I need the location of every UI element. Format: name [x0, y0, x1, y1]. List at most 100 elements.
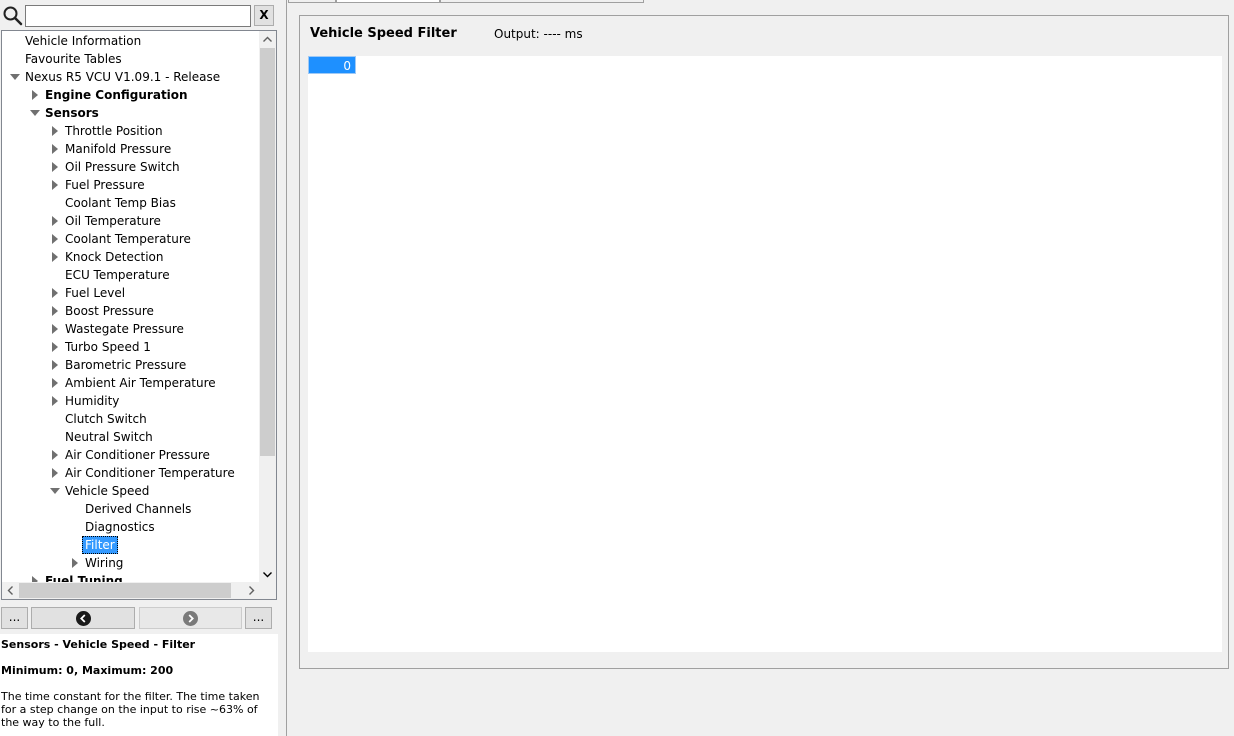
- chevron-down-icon: [263, 572, 272, 578]
- tree-item[interactable]: Fuel Level: [2, 284, 260, 302]
- history-nav-bar: ... ...: [0, 604, 280, 630]
- expand-arrow-icon[interactable]: [50, 212, 60, 230]
- tree-item[interactable]: Coolant Temperature: [2, 230, 260, 248]
- expand-arrow-icon[interactable]: [50, 374, 60, 392]
- tree-item[interactable]: Oil Temperature: [2, 212, 260, 230]
- tree-item-label: ECU Temperature: [65, 268, 170, 282]
- tab-3[interactable]: [440, 0, 644, 3]
- filter-value-cell[interactable]: 0: [308, 56, 356, 74]
- horizontal-scroll-thumb[interactable]: [19, 583, 231, 598]
- tree-item[interactable]: Engine Configuration: [2, 86, 260, 104]
- tree-item-label: Manifold Pressure: [65, 142, 172, 156]
- tab-2[interactable]: [336, 0, 440, 3]
- expand-arrow-icon[interactable]: [50, 302, 60, 320]
- tree-item[interactable]: Neutral Switch: [2, 428, 260, 446]
- help-description: The time constant for the filter. The ti…: [1, 690, 260, 729]
- tree-item-label: Barometric Pressure: [65, 358, 187, 372]
- expand-arrow-icon[interactable]: [50, 464, 60, 482]
- tree-item[interactable]: Wiring: [2, 554, 260, 572]
- scroll-down-button[interactable]: [259, 566, 276, 583]
- horizontal-scrollbar[interactable]: [2, 582, 260, 599]
- tree-item-label: Air Conditioner Temperature: [65, 466, 235, 480]
- tree-item[interactable]: Derived Channels: [2, 500, 260, 518]
- expand-arrow-icon[interactable]: [70, 554, 80, 572]
- tree-item[interactable]: Nexus R5 VCU V1.09.1 - Release: [2, 68, 260, 86]
- tree-item-label: Wiring: [85, 556, 124, 570]
- tree-item[interactable]: Oil Pressure Switch: [2, 158, 260, 176]
- tree-item[interactable]: Barometric Pressure: [2, 356, 260, 374]
- tree-item-label: Derived Channels: [85, 502, 192, 516]
- search-icon: [2, 5, 24, 27]
- expand-arrow-icon[interactable]: [50, 320, 60, 338]
- tree-item[interactable]: Fuel Pressure: [2, 176, 260, 194]
- scroll-up-button[interactable]: [259, 31, 276, 48]
- expand-arrow-icon[interactable]: [50, 338, 60, 356]
- tree-item-label: Sensors: [45, 106, 99, 120]
- expand-arrow-icon[interactable]: [50, 248, 60, 266]
- tree-item[interactable]: Manifold Pressure: [2, 140, 260, 158]
- tree-item-label: Fuel Pressure: [65, 178, 145, 192]
- vertical-scrollbar[interactable]: [259, 31, 276, 583]
- tree-item-label: Favourite Tables: [25, 52, 122, 66]
- tree-item[interactable]: Diagnostics: [2, 518, 260, 536]
- help-range: Minimum: 0, Maximum: 200: [1, 664, 174, 677]
- tree-item-label: Vehicle Speed: [65, 484, 150, 498]
- tree-item[interactable]: Throttle Position: [2, 122, 260, 140]
- tree-item[interactable]: Wastegate Pressure: [2, 320, 260, 338]
- collapse-arrow-icon[interactable]: [50, 482, 60, 500]
- expand-arrow-icon[interactable]: [50, 284, 60, 302]
- forward-button[interactable]: [139, 607, 242, 629]
- collapse-arrow-icon[interactable]: [30, 104, 40, 122]
- tree-item[interactable]: Turbo Speed 1: [2, 338, 260, 356]
- scroll-right-button[interactable]: [243, 582, 260, 599]
- expand-arrow-icon[interactable]: [50, 176, 60, 194]
- output-readout: Output: ---- ms: [494, 27, 583, 41]
- tree-item[interactable]: Ambient Air Temperature: [2, 374, 260, 392]
- tree-item[interactable]: Sensors: [2, 104, 260, 122]
- tree-item-label: Nexus R5 VCU V1.09.1 - Release: [25, 70, 221, 84]
- tree-item[interactable]: Favourite Tables: [2, 50, 260, 68]
- tree-item[interactable]: Vehicle Information: [2, 32, 260, 50]
- tree-item[interactable]: Coolant Temp Bias: [2, 194, 260, 212]
- forward-arrow-icon: [183, 611, 198, 626]
- splitter-line: [286, 0, 287, 736]
- tree-item[interactable]: Filter: [2, 536, 260, 554]
- scrollbar-corner: [259, 582, 276, 599]
- vertical-scroll-thumb[interactable]: [260, 48, 275, 456]
- tree-item[interactable]: Clutch Switch: [2, 410, 260, 428]
- tree-item[interactable]: ECU Temperature: [2, 266, 260, 284]
- expand-arrow-icon[interactable]: [30, 86, 40, 104]
- scroll-left-button[interactable]: [2, 582, 19, 599]
- help-panel: Sensors - Vehicle Speed - Filter Minimum…: [0, 634, 278, 736]
- tab-1[interactable]: [288, 0, 336, 3]
- expand-arrow-icon[interactable]: [50, 158, 60, 176]
- tree-view[interactable]: Vehicle Information Favourite Tables Nexus…: [1, 30, 277, 600]
- expand-arrow-icon[interactable]: [50, 356, 60, 374]
- expand-arrow-icon[interactable]: [50, 122, 60, 140]
- tree-item-label: Ambient Air Temperature: [65, 376, 216, 390]
- tree-item[interactable]: Boost Pressure: [2, 302, 260, 320]
- tree-item-label: Vehicle Information: [25, 34, 142, 48]
- tree-item-label: Humidity: [65, 394, 120, 408]
- more-left-button[interactable]: ...: [1, 607, 28, 629]
- tree-item[interactable]: Vehicle Speed: [2, 482, 260, 500]
- expand-arrow-icon[interactable]: [50, 230, 60, 248]
- tree-item-label: Filter: [82, 536, 118, 554]
- search-input[interactable]: [25, 5, 251, 27]
- expand-arrow-icon[interactable]: [50, 140, 60, 158]
- back-button[interactable]: [31, 607, 135, 629]
- expand-arrow-icon[interactable]: [50, 392, 60, 410]
- more-right-button[interactable]: ...: [245, 607, 272, 629]
- tree-item[interactable]: Air Conditioner Temperature: [2, 464, 260, 482]
- table-title: Vehicle Speed Filter: [310, 26, 457, 41]
- tree-item[interactable]: Humidity: [2, 392, 260, 410]
- chevron-right-icon: [249, 586, 255, 595]
- tree-item[interactable]: Knock Detection: [2, 248, 260, 266]
- tree-item-label: Coolant Temp Bias: [65, 196, 176, 210]
- tree-item-label: Oil Temperature: [65, 214, 161, 228]
- expand-arrow-icon[interactable]: [50, 446, 60, 464]
- tree-content: Vehicle Information Favourite Tables Nexus…: [2, 31, 260, 583]
- tree-item[interactable]: Air Conditioner Pressure: [2, 446, 260, 464]
- collapse-arrow-icon[interactable]: [10, 68, 20, 86]
- clear-search-button[interactable]: X: [254, 5, 274, 26]
